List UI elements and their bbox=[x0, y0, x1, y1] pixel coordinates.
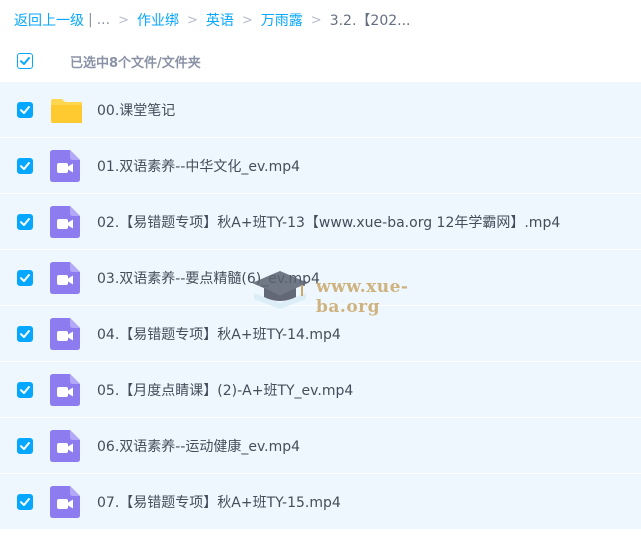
check-icon bbox=[20, 57, 30, 65]
video-file-icon bbox=[50, 150, 80, 182]
video-file-icon bbox=[50, 486, 80, 518]
check-icon bbox=[20, 386, 30, 394]
chevron-right-icon: > bbox=[241, 12, 253, 28]
chevron-right-icon: > bbox=[310, 12, 322, 28]
list-item[interactable]: 05.【月度点睛课】(2)-A+班TY_ev.mp4 bbox=[0, 362, 641, 418]
chevron-right-icon: > bbox=[186, 12, 198, 28]
row-checkbox[interactable] bbox=[17, 494, 33, 510]
list-item[interactable]: 01.双语素养--中华文化_ev.mp4 bbox=[0, 138, 641, 194]
file-name[interactable]: 02.【易错题专项】秋A+班TY-13【www.xue-ba.org 12年学霸… bbox=[97, 212, 560, 232]
list-item[interactable]: 03.双语素养--要点精髓(6)_ev.mp4 bbox=[0, 250, 641, 306]
file-list: 00.课堂笔记 01.双语素养--中华文化_ev.mp4 02.【易错题专项】秋… bbox=[0, 82, 641, 530]
row-checkbox[interactable] bbox=[17, 326, 33, 342]
list-item[interactable]: 02.【易错题专项】秋A+班TY-13【www.xue-ba.org 12年学霸… bbox=[0, 194, 641, 250]
list-item[interactable]: 00.课堂笔记 bbox=[0, 82, 641, 138]
file-name[interactable]: 05.【月度点睛课】(2)-A+班TY_ev.mp4 bbox=[97, 380, 353, 400]
breadcrumb-divider: | bbox=[88, 12, 93, 28]
list-item[interactable]: 06.双语素养--运动健康_ev.mp4 bbox=[0, 418, 641, 474]
video-file-icon bbox=[50, 206, 80, 238]
video-file-icon bbox=[50, 430, 80, 462]
select-all-checkbox[interactable] bbox=[17, 53, 33, 69]
file-name[interactable]: 04.【易错题专项】秋A+班TY-14.mp4 bbox=[97, 324, 341, 344]
list-item[interactable]: 04.【易错题专项】秋A+班TY-14.mp4 bbox=[0, 306, 641, 362]
row-checkbox[interactable] bbox=[17, 158, 33, 174]
row-checkbox[interactable] bbox=[17, 382, 33, 398]
selection-header: 已选中8个文件/文件夹 bbox=[0, 40, 641, 82]
file-name[interactable]: 00.课堂笔记 bbox=[97, 100, 175, 120]
breadcrumb-item-homework[interactable]: 作业绑 bbox=[137, 10, 179, 30]
check-icon bbox=[20, 218, 30, 226]
row-checkbox[interactable] bbox=[17, 102, 33, 118]
chevron-right-icon: > bbox=[118, 12, 129, 28]
row-checkbox[interactable] bbox=[17, 270, 33, 286]
video-file-icon bbox=[50, 374, 80, 406]
row-checkbox[interactable] bbox=[17, 438, 33, 454]
breadcrumb: 返回上一级 | ... > 作业绑 > 英语 > 万雨露 > 3.2.【202.… bbox=[0, 0, 641, 40]
breadcrumb-item-teacher[interactable]: 万雨露 bbox=[261, 10, 303, 30]
file-name[interactable]: 01.双语素养--中华文化_ev.mp4 bbox=[97, 156, 300, 176]
breadcrumb-current: 3.2.【202... bbox=[329, 13, 411, 29]
file-name[interactable]: 07.【易错题专项】秋A+班TY-15.mp4 bbox=[97, 492, 341, 512]
check-icon bbox=[20, 498, 30, 506]
row-checkbox[interactable] bbox=[17, 214, 33, 230]
list-item[interactable]: 07.【易错题专项】秋A+班TY-15.mp4 bbox=[0, 474, 641, 530]
folder-icon bbox=[51, 99, 82, 123]
check-icon bbox=[20, 442, 30, 450]
back-link[interactable]: 返回上一级 bbox=[14, 10, 84, 30]
check-icon bbox=[20, 106, 30, 114]
check-icon bbox=[20, 330, 30, 338]
video-file-icon bbox=[50, 262, 80, 294]
video-file-icon bbox=[50, 318, 80, 350]
selection-count: 已选中8个文件/文件夹 bbox=[70, 55, 201, 71]
check-icon bbox=[20, 274, 30, 282]
file-name[interactable]: 03.双语素养--要点精髓(6)_ev.mp4 bbox=[97, 268, 320, 288]
breadcrumb-ellipsis[interactable]: ... bbox=[97, 12, 110, 28]
breadcrumb-item-english[interactable]: 英语 bbox=[206, 10, 234, 30]
check-icon bbox=[20, 162, 30, 170]
file-name[interactable]: 06.双语素养--运动健康_ev.mp4 bbox=[97, 436, 300, 456]
